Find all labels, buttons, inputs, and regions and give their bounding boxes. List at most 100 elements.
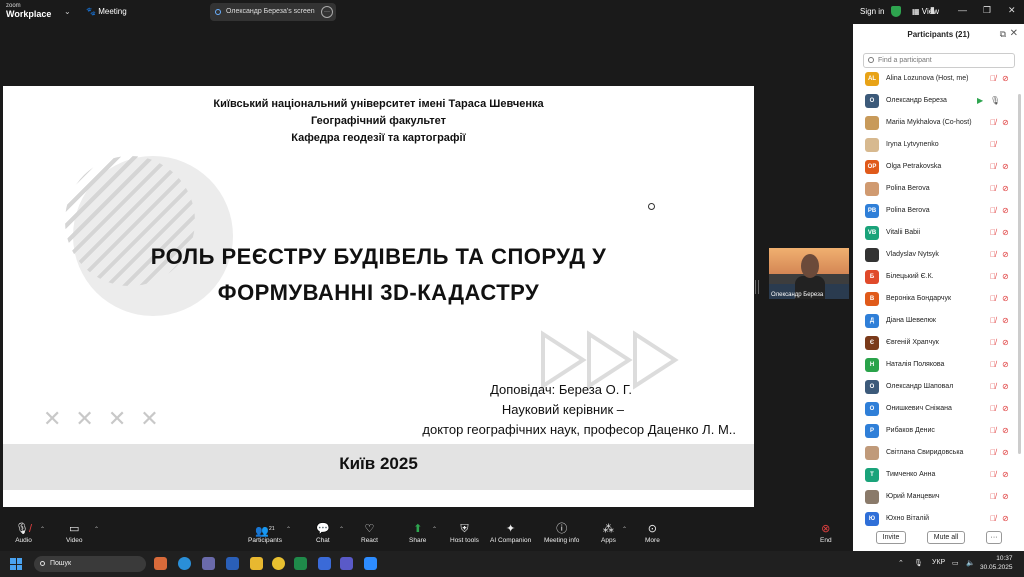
- microphone-muted-icon[interactable]: 🎙̸: [990, 74, 996, 83]
- participant-row[interactable]: Д Діана Шевелюк 🎙̸ ⊘: [853, 310, 1024, 332]
- microphone-muted-icon[interactable]: 🎙̸: [990, 294, 996, 303]
- microphone-icon[interactable]: 🎙: [990, 96, 1000, 105]
- zoom-icon[interactable]: [364, 557, 377, 570]
- camera-off-icon[interactable]: ⊘: [1002, 162, 1009, 171]
- camera-off-icon[interactable]: ⊘: [1002, 118, 1009, 127]
- participant-row[interactable]: Ю Юхно Віталій 🎙̸ ⊘: [853, 508, 1024, 530]
- ai-companion-button[interactable]: ✦ AI Companion: [490, 522, 531, 544]
- mute-all-button[interactable]: Mute all: [927, 531, 965, 544]
- invite-button[interactable]: Invite: [876, 531, 906, 544]
- restore-icon[interactable]: ❐: [983, 5, 991, 16]
- share-options-icon[interactable]: ···: [321, 6, 333, 18]
- react-button[interactable]: ♡ React: [361, 522, 378, 544]
- store-icon[interactable]: [318, 557, 331, 570]
- microphone-muted-icon[interactable]: 🎙̸: [990, 470, 996, 479]
- pop-out-icon[interactable]: ⧉: [1000, 29, 1006, 40]
- close-panel-icon[interactable]: ✕: [1010, 28, 1018, 39]
- chevron-up-icon[interactable]: ⌃: [94, 526, 99, 533]
- microphone-muted-icon[interactable]: 🎙̸: [990, 184, 996, 193]
- participant-row[interactable]: OP Olga Petrakovska 🎙̸ ⊘: [853, 156, 1024, 178]
- sign-in-link[interactable]: Sign in: [860, 7, 884, 16]
- participant-row[interactable]: Юрий Манцевич 🎙̸ ⊘: [853, 486, 1024, 508]
- camera-off-icon[interactable]: ⊘: [1002, 184, 1009, 193]
- participant-search-input[interactable]: Find a participant: [863, 53, 1015, 68]
- camera-off-icon[interactable]: ⊘: [1002, 382, 1009, 391]
- microphone-muted-icon[interactable]: 🎙̸: [990, 228, 996, 237]
- language-indicator[interactable]: УКР: [932, 559, 945, 566]
- participant-row[interactable]: Polina Berova 🎙̸ ⊘: [853, 178, 1024, 200]
- host-tools-button[interactable]: ⛨ Host tools: [450, 522, 479, 544]
- meeting-menu[interactable]: 🐾 Meeting: [86, 7, 127, 16]
- camera-off-icon[interactable]: ⊘: [1002, 470, 1009, 479]
- camera-off-icon[interactable]: ⊘: [1002, 338, 1009, 347]
- meeting-info-button[interactable]: ⓘ Meeting info: [544, 522, 579, 544]
- camera-off-icon[interactable]: ⊘: [1002, 492, 1009, 501]
- taskbar-search[interactable]: Пошук: [34, 556, 146, 572]
- chat-button[interactable]: 💬 Chat: [316, 522, 330, 544]
- copilot-icon[interactable]: [154, 557, 167, 570]
- camera-off-icon[interactable]: ⊘: [1002, 316, 1009, 325]
- microphone-muted-icon[interactable]: 🎙̸: [990, 206, 996, 215]
- camera-off-icon[interactable]: ⊘: [1002, 272, 1009, 281]
- word-icon[interactable]: [226, 557, 239, 570]
- camera-icon[interactable]: ▶: [977, 96, 983, 105]
- close-icon[interactable]: ✕: [1008, 5, 1016, 16]
- minimize-icon[interactable]: —: [958, 5, 967, 15]
- microphone-muted-icon[interactable]: 🎙̸: [990, 118, 996, 127]
- camera-off-icon[interactable]: ⊘: [1002, 404, 1009, 413]
- camera-off-icon[interactable]: ⊘: [1002, 206, 1009, 215]
- microphone-muted-icon[interactable]: 🎙̸: [990, 360, 996, 369]
- microphone-muted-icon[interactable]: 🎙̸: [990, 140, 996, 149]
- end-button[interactable]: ⊗ End: [820, 522, 832, 544]
- participant-row[interactable]: О Олександр Шаповал 🎙̸ ⊘: [853, 376, 1024, 398]
- microphone-muted-icon[interactable]: 🎙̸: [990, 514, 996, 523]
- panel-scrollbar[interactable]: [1018, 94, 1021, 454]
- participant-row[interactable]: В Вероніка Бондарчук 🎙̸ ⊘: [853, 288, 1024, 310]
- microphone-muted-icon[interactable]: 🎙̸: [990, 162, 996, 171]
- participant-row[interactable]: Б Білецький Є.К. 🎙̸ ⊘: [853, 266, 1024, 288]
- microphone-muted-icon[interactable]: 🎙̸: [990, 272, 996, 281]
- file-explorer-icon[interactable]: [250, 557, 263, 570]
- audio-button[interactable]: 🎙/ Audio: [15, 522, 32, 544]
- shield-icon[interactable]: [891, 6, 901, 17]
- apps-button[interactable]: ⁂ Apps: [601, 522, 616, 544]
- teams-icon[interactable]: [340, 557, 353, 570]
- chevron-down-icon[interactable]: ⌄: [64, 7, 71, 16]
- participant-row[interactable]: Vladyslav Nytsyk 🎙̸ ⊘: [853, 244, 1024, 266]
- participant-row[interactable]: О Олександр Береза 🎙 ▶: [853, 90, 1024, 112]
- camera-off-icon[interactable]: ⊘: [1002, 514, 1009, 523]
- participants-button[interactable]: 👥21 Participants: [248, 522, 282, 544]
- camera-off-icon[interactable]: ⊘: [1002, 294, 1009, 303]
- camera-off-icon[interactable]: ⊘: [1002, 250, 1009, 259]
- pin-icon[interactable]: ▮: [930, 5, 935, 16]
- participant-row[interactable]: Mariia Mykhalova (Co-host) 🎙̸ ⊘: [853, 112, 1024, 134]
- windows-start-icon[interactable]: [10, 558, 22, 570]
- chevron-up-icon[interactable]: ⌃: [898, 559, 904, 567]
- chevron-up-icon[interactable]: ⌃: [432, 526, 437, 533]
- microphone-muted-icon[interactable]: 🎙̸: [990, 316, 996, 325]
- excel-icon[interactable]: [294, 557, 307, 570]
- participant-row[interactable]: Iryna Lytvynenko 🎙̸: [853, 134, 1024, 156]
- chevron-up-icon[interactable]: ⌃: [339, 526, 344, 533]
- participant-row[interactable]: Р Рибаков Денис 🎙̸ ⊘: [853, 420, 1024, 442]
- microphone-muted-icon[interactable]: 🎙̸: [990, 250, 996, 259]
- microphone-muted-icon[interactable]: 🎙̸: [990, 492, 996, 501]
- resize-handle[interactable]: [755, 280, 759, 294]
- participant-row[interactable]: Світлана Свиридовська 🎙̸ ⊘: [853, 442, 1024, 464]
- microphone-muted-icon[interactable]: 🎙̸: [990, 404, 996, 413]
- participant-row[interactable]: PB Polina Berova 🎙̸ ⊘: [853, 200, 1024, 222]
- edge-icon[interactable]: [178, 557, 191, 570]
- app-icon[interactable]: [202, 557, 215, 570]
- participant-row[interactable]: AL Alina Lozunova (Host, me) 🎙̸ ⊘: [853, 68, 1024, 90]
- chevron-up-icon[interactable]: ⌃: [40, 526, 45, 533]
- camera-off-icon[interactable]: ⊘: [1002, 228, 1009, 237]
- camera-off-icon[interactable]: ⊘: [1002, 360, 1009, 369]
- microphone-muted-icon[interactable]: 🎙̸: [990, 426, 996, 435]
- share-button[interactable]: ⬆ Share: [409, 522, 426, 544]
- camera-off-icon[interactable]: ⊘: [1002, 426, 1009, 435]
- microphone-muted-icon[interactable]: 🎙̸: [990, 382, 996, 391]
- video-thumbnail[interactable]: Олександр Береза: [769, 248, 849, 299]
- microphone-muted-icon[interactable]: 🎙̸: [990, 338, 996, 347]
- video-button[interactable]: ▭ Video: [66, 522, 83, 544]
- microphone-icon[interactable]: 🎙: [914, 559, 923, 567]
